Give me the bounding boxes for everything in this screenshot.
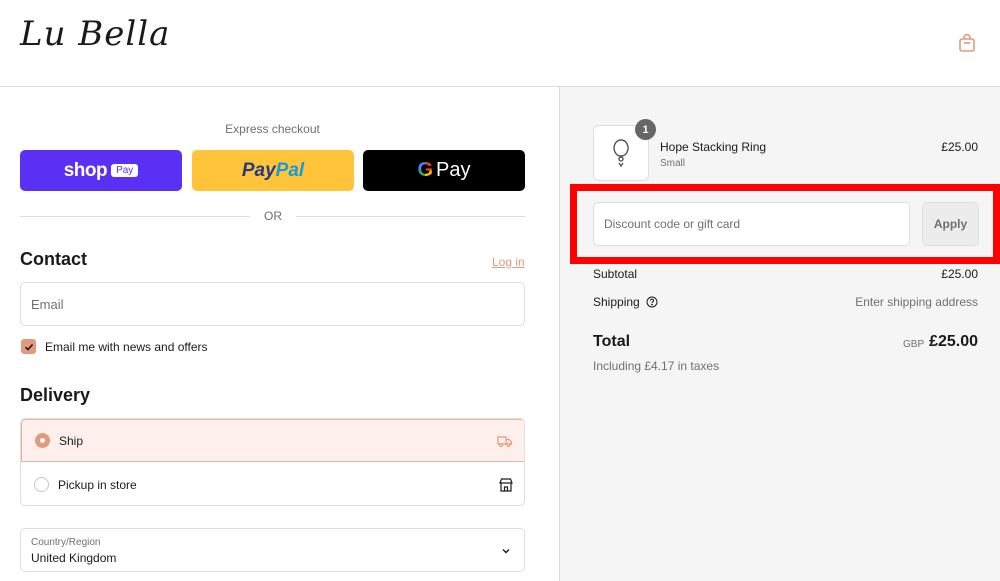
divider: [20, 216, 250, 217]
total-label: Total: [593, 333, 631, 350]
ring-icon: [613, 139, 629, 168]
order-summary: 1 Hope Stacking Ring Small £25.00 Apply …: [559, 87, 1000, 581]
country-select[interactable]: Country/Region United Kingdom: [20, 528, 525, 572]
product-variant: Small: [660, 158, 686, 169]
email-field[interactable]: [20, 282, 525, 326]
shipping-value: Enter shipping address: [855, 295, 978, 309]
product-name: Hope Stacking Ring: [660, 140, 767, 154]
quantity-badge: 1: [635, 119, 656, 140]
shipping-label: Shipping: [593, 295, 640, 309]
country-select-label: Country/Region: [31, 537, 101, 548]
paypal-wordmark: PayPal: [241, 159, 305, 181]
radio-unselected[interactable]: [34, 477, 49, 492]
subtotal-label: Subtotal: [593, 267, 638, 281]
delivery-heading: Delivery: [20, 385, 91, 405]
country-select-value: United Kingdom: [31, 551, 117, 565]
divider: [296, 216, 525, 217]
radio-selected[interactable]: [35, 433, 50, 448]
logo[interactable]: Lu Bella: [20, 14, 170, 54]
or-divider-label: OR: [264, 209, 282, 223]
shop-pay-wordmark: shop: [63, 159, 108, 181]
google-g-icon: G: [417, 159, 434, 181]
chevron-down-icon: [502, 549, 510, 554]
delivery-option-label: Ship: [59, 433, 84, 448]
login-link[interactable]: Log in: [492, 255, 525, 269]
express-checkout-label: Express checkout: [225, 122, 320, 136]
subtotal-value: £25.00: [941, 267, 978, 281]
google-pay-wordmark: G Pay: [417, 159, 471, 181]
news-checkbox[interactable]: [21, 339, 36, 354]
contact-heading: Contact: [20, 249, 87, 269]
delivery-option-label: Pickup in store: [58, 477, 137, 492]
tax-note: Including £4.17 in taxes: [593, 359, 720, 373]
google-pay-button[interactable]: G Pay: [363, 150, 525, 191]
checkout-form: Express checkout shop Pay PayPal G Pay OR…: [0, 87, 559, 581]
paypal-button[interactable]: PayPal: [192, 150, 354, 191]
truck-icon: [497, 435, 513, 447]
header: Lu Bella: [0, 0, 1000, 87]
shipping-row-label: Shipping: [593, 295, 658, 309]
delivery-options: Ship Pickup in store: [20, 418, 525, 506]
delivery-option-ship[interactable]: Ship: [21, 419, 524, 462]
delivery-option-pickup[interactable]: Pickup in store: [21, 463, 524, 505]
currency-code: GBP: [903, 339, 925, 350]
total-value: £25.00: [929, 333, 978, 350]
apply-discount-button[interactable]: Apply: [922, 202, 979, 246]
check-icon: [24, 343, 33, 351]
product-price: £25.00: [941, 140, 978, 154]
news-checkbox-label: Email me with news and offers: [45, 340, 208, 354]
store-icon: [499, 477, 513, 492]
shopping-bag-icon[interactable]: [956, 32, 978, 54]
help-icon[interactable]: [646, 296, 658, 308]
discount-code-input[interactable]: [593, 202, 910, 246]
shop-pay-badge: Pay: [111, 164, 139, 177]
shop-pay-button[interactable]: shop Pay: [20, 150, 182, 191]
